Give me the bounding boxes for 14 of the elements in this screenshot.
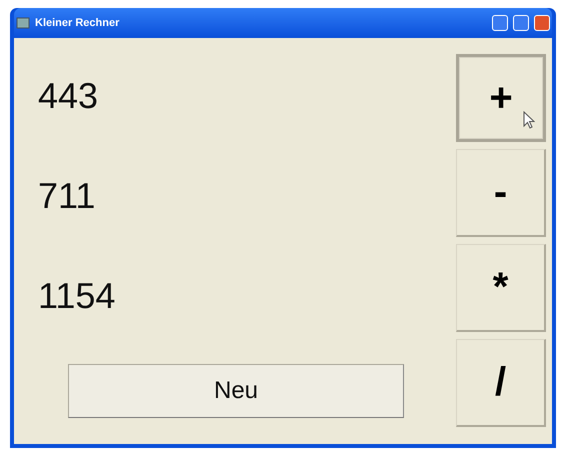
close-button[interactable] xyxy=(534,15,550,31)
operator-button[interactable]: * xyxy=(456,244,546,332)
app-icon xyxy=(16,16,30,30)
number-text: 443 xyxy=(38,75,98,117)
operator-button[interactable]: + xyxy=(456,54,546,142)
minimize-button[interactable] xyxy=(492,15,508,31)
maximize-button[interactable] xyxy=(513,15,529,31)
new-button[interactable]: Neu xyxy=(68,364,404,418)
number-text: 711 xyxy=(38,175,96,217)
operator-button[interactable]: / xyxy=(456,339,546,427)
number-text: 1154 xyxy=(38,275,116,317)
operator-button[interactable]: - xyxy=(456,149,546,237)
window-title: Kleiner Rechner xyxy=(35,17,120,29)
cursor-icon xyxy=(523,111,535,129)
